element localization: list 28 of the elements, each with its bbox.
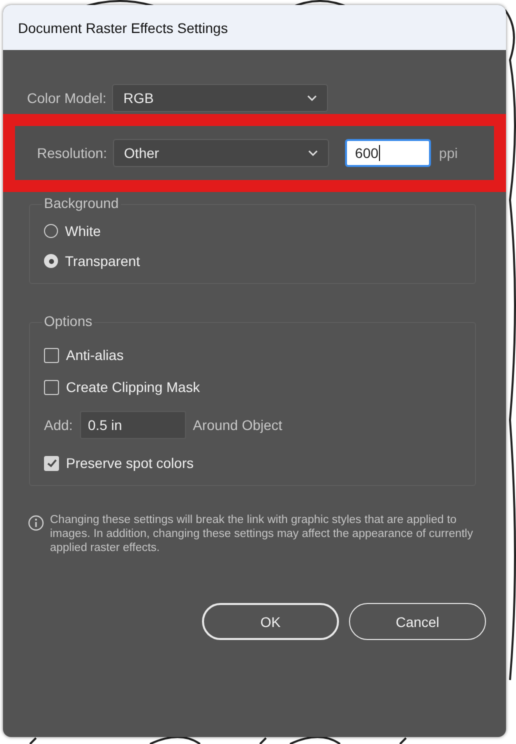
radio-button[interactable] [44,254,58,268]
chevron-down-icon [308,150,318,156]
checkbox[interactable] [44,380,59,394]
radio-option[interactable]: White [44,223,461,239]
checkbox-option[interactable]: Create Clipping Mask [44,379,461,395]
resolution-input[interactable]: 600 [345,139,432,167]
resolution-label: Resolution: [37,145,108,161]
ok-button[interactable]: OK [202,603,339,640]
unit-label: ppi [439,145,458,161]
add-input[interactable]: 0.5 in [80,411,186,439]
resolution-dropdown[interactable]: Other [113,139,330,167]
add-label: Add: [44,417,73,433]
cancel-button[interactable]: Cancel [349,603,486,640]
group-title: Background [42,195,121,211]
checkbox[interactable] [44,348,59,362]
radio-button[interactable] [44,224,58,238]
group-title: Options [42,313,94,329]
info-icon [28,515,44,531]
window-title: Document Raster Effects Settings [18,20,228,36]
checkbox-option[interactable]: Anti-alias [44,347,461,363]
info-text: Changing these settings will break the link with graphic styles that are applied to images. In addition, changing these settings may affect the appearance of currently applied raster effects. [50,514,474,556]
color-model-dropdown[interactable]: RGB [112,84,328,112]
checkbox-option[interactable]: Preserve spot colors [44,455,461,471]
chevron-down-icon [307,95,318,101]
color-model-label: Color Model: [27,90,106,106]
checkbox[interactable] [44,456,59,470]
radio-option[interactable]: Transparent [44,253,461,269]
around-object-label: Around Object [192,417,282,433]
